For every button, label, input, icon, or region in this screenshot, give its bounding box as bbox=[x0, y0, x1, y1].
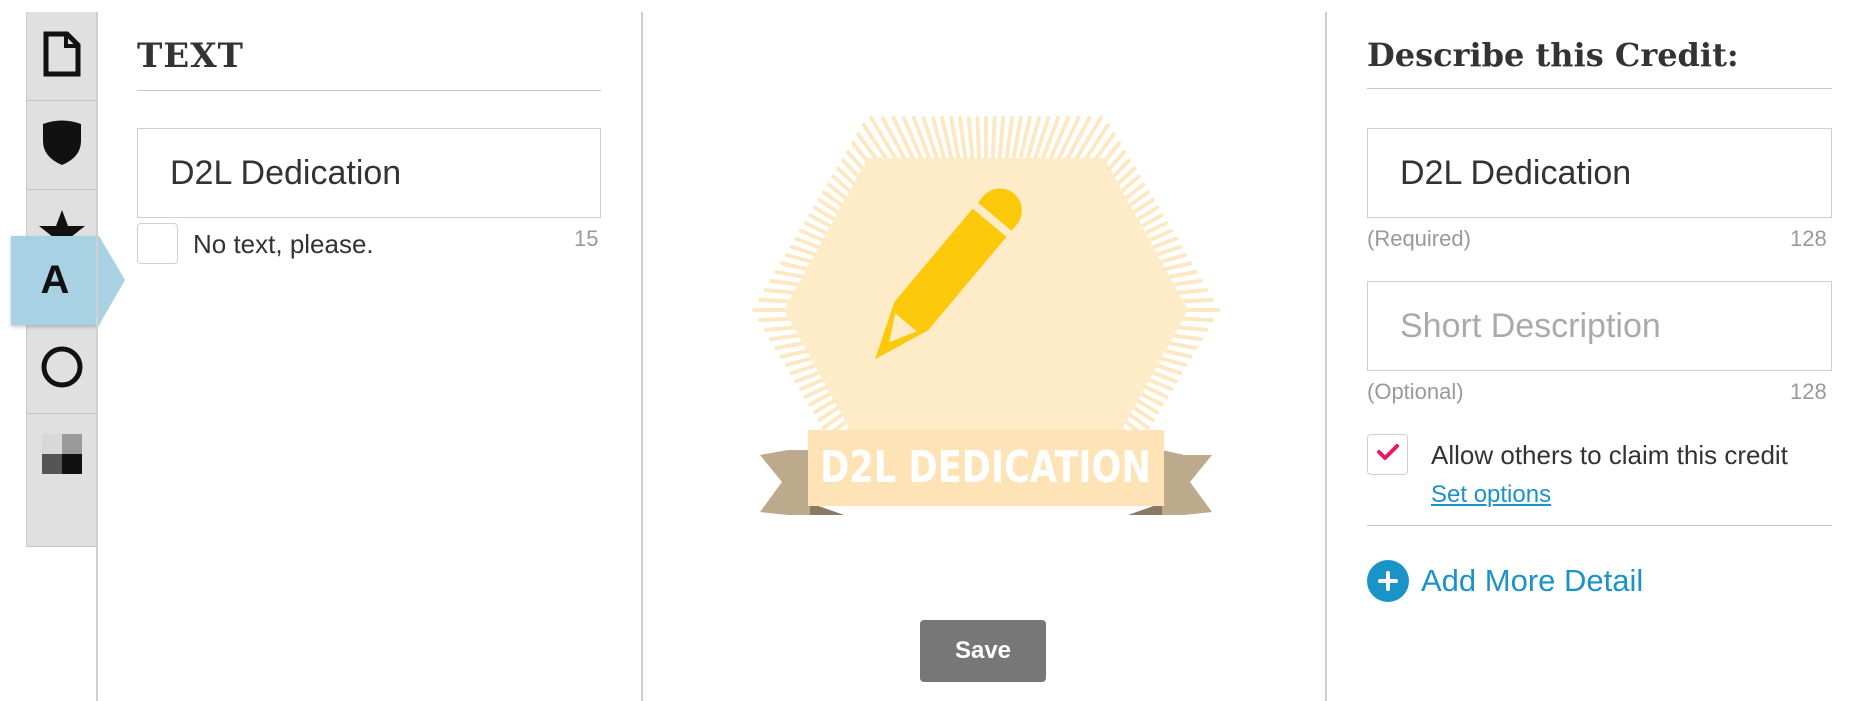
description-limit: 128 bbox=[1790, 379, 1827, 404]
badge-ray bbox=[990, 116, 997, 163]
credit-name-hint: (Required) bbox=[1367, 226, 1471, 251]
no-text-checkbox[interactable] bbox=[137, 223, 178, 264]
page-icon bbox=[42, 31, 82, 82]
credit-name-input[interactable] bbox=[1367, 128, 1832, 218]
left-divider bbox=[96, 12, 98, 701]
description-hint: (Optional) bbox=[1367, 379, 1464, 404]
badge-ray bbox=[966, 116, 975, 163]
add-more-detail-label: Add More Detail bbox=[1421, 563, 1644, 598]
allow-claim-label: Allow others to claim this credit bbox=[1431, 440, 1788, 470]
ribbon-right-tail bbox=[1162, 450, 1212, 515]
short-description-input[interactable] bbox=[1367, 281, 1832, 371]
add-more-detail-button[interactable]: Add More Detail bbox=[1367, 559, 1643, 603]
tool-strip: A bbox=[11, 12, 125, 547]
shield-icon bbox=[40, 119, 84, 172]
center-left-divider bbox=[641, 12, 643, 701]
badge-label: D2L DEDICATION bbox=[820, 441, 1151, 493]
checker-icon bbox=[42, 434, 82, 479]
plus-circle-icon bbox=[1367, 560, 1409, 602]
shield-tool[interactable] bbox=[27, 101, 97, 190]
letter-a-icon: A bbox=[40, 258, 70, 302]
badge-ray bbox=[957, 116, 968, 163]
badge-ray bbox=[975, 116, 982, 163]
credit-heading-text: Describe this Credit bbox=[1367, 36, 1727, 74]
badge-ray bbox=[1004, 116, 1015, 163]
checkmark-icon bbox=[1376, 442, 1400, 467]
center-right-divider bbox=[1325, 12, 1327, 701]
badge-text-input[interactable] bbox=[137, 128, 601, 218]
circle-tool[interactable] bbox=[27, 325, 97, 414]
text-panel-heading: TEXT bbox=[137, 36, 601, 91]
no-text-label: No text, please. bbox=[193, 229, 374, 259]
allow-claim-checkbox[interactable] bbox=[1367, 434, 1408, 475]
badge-ray bbox=[997, 116, 1006, 163]
texture-tool[interactable] bbox=[27, 414, 97, 547]
credit-panel-heading: Describe this Credit: bbox=[1367, 36, 1832, 89]
text-char-count: 15 bbox=[574, 226, 599, 251]
credit-name-limit: 128 bbox=[1790, 226, 1827, 251]
circle-icon bbox=[39, 344, 85, 395]
text-tool[interactable]: A bbox=[11, 236, 125, 325]
set-options-link[interactable]: Set options bbox=[1431, 481, 1551, 509]
credit-panel-divider bbox=[1367, 525, 1832, 526]
credit-heading-colon: : bbox=[1726, 36, 1739, 74]
save-button[interactable]: Save bbox=[920, 620, 1046, 682]
page-tool[interactable] bbox=[27, 12, 97, 101]
ribbon-left-tail bbox=[760, 450, 810, 515]
